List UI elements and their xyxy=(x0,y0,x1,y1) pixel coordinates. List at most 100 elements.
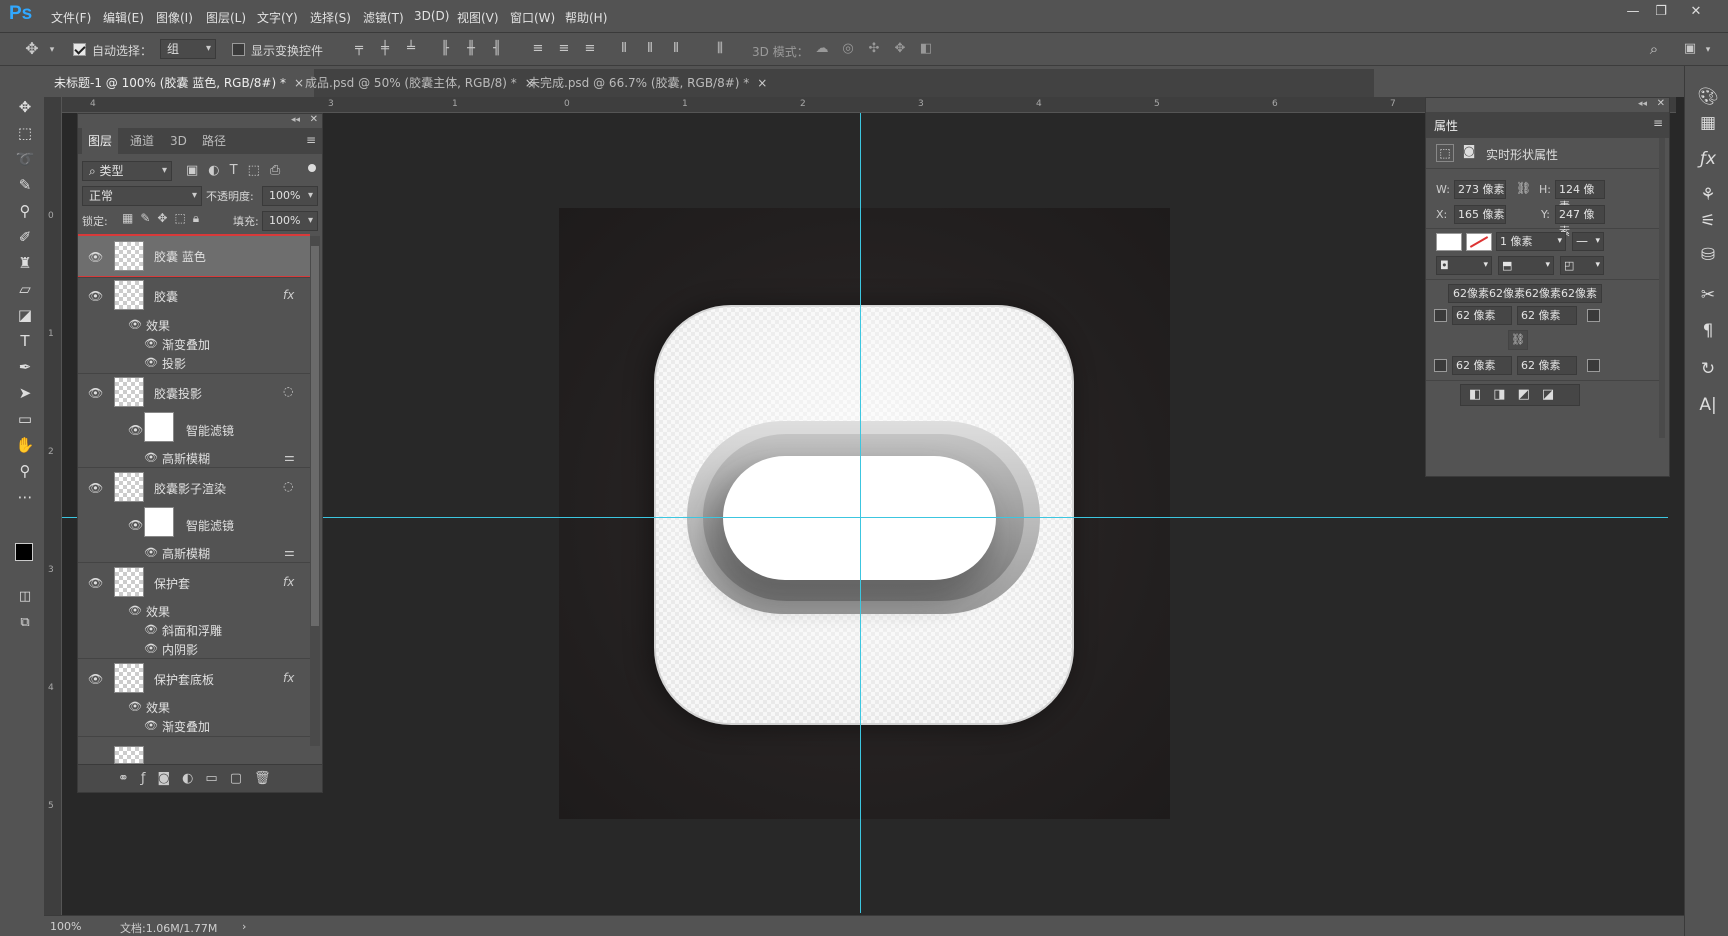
link-icon[interactable]: ⛓ xyxy=(1516,181,1531,195)
eye-icon[interactable]: 👁︎ xyxy=(144,356,158,369)
fill-input[interactable]: 100% ▾ xyxy=(262,211,318,231)
eye-icon[interactable]: 👁︎ xyxy=(88,672,103,686)
layer-filter-dropdown[interactable]: ⌕ 类型 ▾ xyxy=(82,161,172,181)
eye-icon[interactable]: 👁︎ xyxy=(88,481,103,495)
tab-untitled-1[interactable]: 未标题-1 @ 100% (胶囊 蓝色, RGB/8#) * × xyxy=(44,69,315,97)
3d-roll-icon[interactable]: ◎ xyxy=(840,41,856,57)
distribute-bottom-icon[interactable]: ≡ xyxy=(582,41,598,57)
fx-indicator[interactable]: fx xyxy=(283,288,294,302)
eye-icon[interactable]: 👁︎ xyxy=(88,386,103,400)
tool-presets-icon[interactable]: ✂ xyxy=(1697,284,1719,306)
panel-menu-icon[interactable]: ≡ xyxy=(1653,116,1663,130)
lock-icons[interactable]: ▦✎✥⬚🔒︎ xyxy=(122,211,206,226)
eye-icon[interactable]: 👁︎ xyxy=(144,546,158,559)
eye-icon[interactable]: 👁︎ xyxy=(128,423,143,437)
chevron-down-icon[interactable]: ▾ xyxy=(44,42,60,58)
menu-filter[interactable]: 滤镜(T) xyxy=(363,9,404,26)
align-bottom-icon[interactable]: ╧ xyxy=(403,41,419,57)
eye-icon[interactable]: 👁︎ xyxy=(128,604,142,617)
panel-menu-icon[interactable]: ≡ xyxy=(306,133,316,147)
paragraph-icon[interactable]: ¶ xyxy=(1697,320,1719,342)
stroke-type-dropdown[interactable]: — ▾ xyxy=(1572,232,1604,251)
history-icon[interactable]: ↻ xyxy=(1697,358,1719,380)
lasso-tool-icon[interactable]: ➰ xyxy=(12,148,38,170)
eraser-tool-icon[interactable]: ▱ xyxy=(12,278,38,300)
color-palette-icon[interactable]: 🎨︎ xyxy=(1697,86,1719,108)
mask-properties-icon[interactable]: ◙ xyxy=(1460,144,1478,162)
width-input[interactable]: 273 像素 xyxy=(1454,180,1506,199)
3d-orbit-icon[interactable]: ☁ xyxy=(814,41,830,57)
close-icon[interactable]: ✕ xyxy=(310,114,318,125)
eye-icon[interactable]: 👁︎ xyxy=(144,642,158,655)
tab-finished-psd[interactable]: 成品.psd @ 50% (胶囊主体, RGB/8) * × xyxy=(295,69,545,97)
menu-help[interactable]: 帮助(H) xyxy=(565,9,607,26)
eye-icon[interactable]: 👁︎ xyxy=(128,518,143,532)
path-operations-icons[interactable]: ◧◨◩◪ xyxy=(1460,384,1580,406)
quick-mask-icon[interactable]: ◫ xyxy=(12,586,38,608)
eyedropper-tool-icon[interactable]: ⚲ xyxy=(12,200,38,222)
workspace-icon[interactable]: ▣ xyxy=(1682,41,1698,57)
3d-slide-icon[interactable]: ✥ xyxy=(892,41,908,57)
close-icon[interactable]: ✕ xyxy=(1657,98,1665,109)
eye-icon[interactable]: 👁︎ xyxy=(88,576,103,590)
move-tool-icon[interactable]: ✥ xyxy=(24,41,40,57)
tab-layers[interactable]: 图层 xyxy=(82,128,119,154)
pen-tool-icon[interactable]: ✒ xyxy=(12,356,38,378)
quick-select-tool-icon[interactable]: ✎ xyxy=(12,174,38,196)
menu-edit[interactable]: 编辑(E) xyxy=(103,9,144,26)
corner-tl-input[interactable]: 62 像素 xyxy=(1452,306,1512,325)
menu-layer[interactable]: 图层(L) xyxy=(206,9,246,26)
menu-type[interactable]: 文字(Y) xyxy=(257,9,298,26)
tab-channels[interactable]: 通道 xyxy=(124,128,160,154)
stroke-corners-dropdown[interactable]: ◰ ▾ xyxy=(1560,256,1604,275)
fx-indicator[interactable]: fx xyxy=(283,671,294,685)
eye-icon[interactable]: 👁︎ xyxy=(88,250,103,264)
layers-scrollbar[interactable] xyxy=(310,236,320,746)
height-input[interactable]: 124 像素 xyxy=(1555,180,1605,213)
stroke-swatch[interactable] xyxy=(1466,233,1492,251)
auto-select-checkbox[interactable] xyxy=(73,43,86,56)
libraries-icon[interactable]: ⛁ xyxy=(1697,244,1719,266)
eye-icon[interactable]: 👁︎ xyxy=(144,623,158,636)
stamp-tool-icon[interactable]: ♜ xyxy=(12,252,38,274)
distribute-top-icon[interactable]: ≡ xyxy=(530,41,546,57)
eye-icon[interactable]: 👁︎ xyxy=(128,318,142,331)
show-transform-checkbox[interactable] xyxy=(232,43,245,56)
swatches-grid-icon[interactable]: ▦ xyxy=(1697,112,1719,134)
tab-paths[interactable]: 路径 xyxy=(196,128,232,154)
auto-select-dropdown[interactable]: 组 ▾ xyxy=(160,39,216,59)
character-icon[interactable]: A| xyxy=(1697,394,1719,416)
gradient-tool-icon[interactable]: ◪ xyxy=(12,304,38,326)
opacity-input[interactable]: 100% ▾ xyxy=(262,186,318,206)
stroke-align-dropdown[interactable]: ◘ ▾ xyxy=(1436,256,1492,275)
more-tools-icon[interactable]: ⋯ xyxy=(12,486,38,508)
close-window-button[interactable]: ✕ xyxy=(1683,2,1709,22)
menu-window[interactable]: 窗口(W) xyxy=(510,9,555,26)
brush-presets-icon[interactable]: ⚘ xyxy=(1697,184,1719,206)
marquee-tool-icon[interactable]: ⬚ xyxy=(12,122,38,144)
status-menu-arrow[interactable]: › xyxy=(242,920,246,933)
stroke-caps-dropdown[interactable]: ⬒ ▾ xyxy=(1498,256,1554,275)
stroke-width-input[interactable]: 1 像素 ▾ xyxy=(1496,232,1566,251)
corner-br-input[interactable]: 62 像素 xyxy=(1517,356,1577,375)
link-corners-icon[interactable]: ⛓ xyxy=(1508,330,1528,350)
filter-toggle-icon[interactable] xyxy=(308,164,316,172)
corner-tr-input[interactable]: 62 像素 xyxy=(1517,306,1577,325)
menu-3d[interactable]: 3D(D) xyxy=(414,9,449,23)
eye-icon[interactable]: 👁︎ xyxy=(128,700,142,713)
screen-mode-icon[interactable]: ⧉ xyxy=(12,612,38,634)
align-vcenter-icon[interactable]: ╪ xyxy=(377,41,393,57)
collapse-icon[interactable]: ◂◂ xyxy=(291,115,300,125)
tab-unfinished-psd[interactable]: 未完成.psd @ 66.7% (胶囊, RGB/8#) * × xyxy=(518,69,777,97)
zoom-level[interactable]: 100% xyxy=(50,920,81,933)
distribute-left-icon[interactable]: ⦀ xyxy=(616,41,632,57)
auto-align-icon[interactable]: ⫼ xyxy=(712,41,728,57)
eye-icon[interactable]: 👁︎ xyxy=(88,289,103,303)
eye-icon[interactable]: 👁︎ xyxy=(144,451,158,464)
corner-radius-summary[interactable]: 62像素62像素62像素62像素 xyxy=(1448,284,1602,303)
filter-settings-icon[interactable]: ⚌ xyxy=(284,450,295,464)
properties-scrollbar[interactable] xyxy=(1659,138,1665,438)
close-icon[interactable]: × xyxy=(757,76,767,90)
search-icon[interactable]: ⌕ xyxy=(1646,41,1662,57)
type-tool-icon[interactable]: T xyxy=(12,330,38,352)
